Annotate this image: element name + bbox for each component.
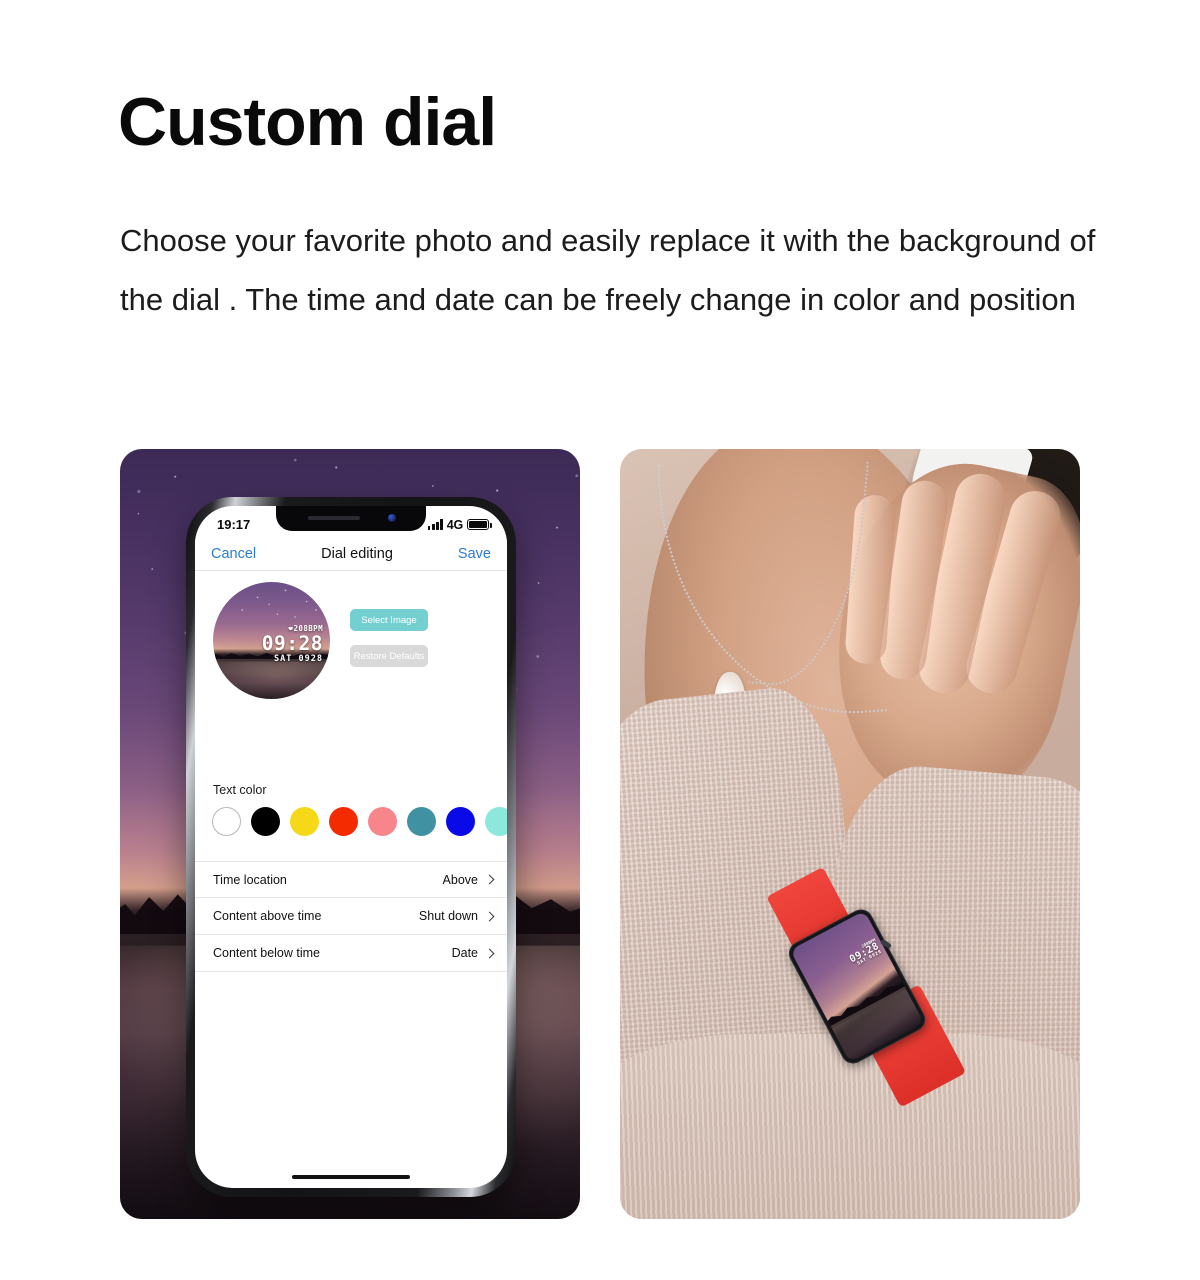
dial-action-buttons: Select Image Restore Defaults <box>350 609 428 667</box>
row-value: Above <box>442 872 478 887</box>
phone-screen: 19:17 4G Cancel Dial editing Save ❤208BP… <box>195 506 507 1188</box>
cancel-button[interactable]: Cancel <box>211 546 256 562</box>
dial-date: SAT 0928 <box>274 653 323 664</box>
signal-bars-icon <box>427 519 443 530</box>
save-button[interactable]: Save <box>458 546 491 562</box>
row-label: Time location <box>213 872 287 887</box>
row-right: Shut down <box>418 909 495 923</box>
lifestyle-photo-panel: 208BPM 09:28 SAT 0928 <box>620 449 1080 1219</box>
row-right: Above <box>442 872 495 887</box>
phone-showcase-panel: 19:17 4G Cancel Dial editing Save ❤208BP… <box>120 449 580 1219</box>
dial-preview-area: ❤208BPM 09:28 SAT 0928 Select Image Rest… <box>195 571 507 972</box>
restore-defaults-button[interactable]: Restore Defaults <box>350 645 428 667</box>
home-indicator[interactable] <box>292 1175 410 1179</box>
dial-text-overlay: ❤208BPM 09:28 SAT 0928 <box>262 625 323 663</box>
chevron-right-icon <box>484 874 495 885</box>
color-swatch-white[interactable] <box>212 807 241 836</box>
dial-time: 09:28 <box>261 632 323 655</box>
nav-bar: Cancel Dial editing Save <box>195 537 507 571</box>
front-camera-icon <box>388 514 396 522</box>
earpiece-speaker-icon <box>308 516 360 520</box>
text-color-section-label: Text color <box>213 783 267 797</box>
row-content-above-time[interactable]: Content above time Shut down <box>195 898 507 935</box>
row-right: Date <box>451 946 495 960</box>
status-bar-indicators: 4G <box>427 517 492 532</box>
panels-row: 19:17 4G Cancel Dial editing Save ❤208BP… <box>0 449 1200 1221</box>
product-feature-page: Custom dial Choose your favorite photo a… <box>0 0 1200 1280</box>
page-description: Choose your favorite photo and easily re… <box>120 223 1096 317</box>
row-label: Content below time <box>213 946 321 960</box>
row-label: Content above time <box>213 909 322 923</box>
chevron-right-icon <box>484 948 495 958</box>
settings-rows: Time location Above Content above time S… <box>195 861 507 972</box>
status-bar-time: 19:17 <box>217 517 251 532</box>
color-swatch-teal[interactable] <box>407 807 436 836</box>
chevron-right-icon <box>484 911 495 921</box>
phone-notch <box>276 506 426 531</box>
color-swatch-black[interactable] <box>251 807 280 836</box>
dial-preview[interactable]: ❤208BPM 09:28 SAT 0928 <box>213 582 330 699</box>
row-value: Shut down <box>418 909 478 923</box>
nav-title: Dial editing <box>321 545 393 562</box>
watch-face-text-overlay: 208BPM 09:28 SAT 0928 <box>846 937 883 969</box>
phone-device-mockup: 19:17 4G Cancel Dial editing Save ❤208BP… <box>186 497 516 1197</box>
network-type-label: 4G <box>446 517 463 532</box>
color-swatch-blue[interactable] <box>446 807 475 836</box>
page-title: Custom dial <box>118 84 497 160</box>
color-swatch-red[interactable] <box>329 807 358 836</box>
row-value: Date <box>451 946 478 960</box>
row-time-location[interactable]: Time location Above <box>195 861 507 898</box>
select-image-button[interactable]: Select Image <box>350 609 428 631</box>
text-color-swatch-list <box>212 807 507 836</box>
color-swatch-yellow[interactable] <box>290 807 319 836</box>
battery-full-icon <box>467 519 492 530</box>
row-content-below-time[interactable]: Content below time Date <box>195 935 507 972</box>
color-swatch-pink[interactable] <box>368 807 397 836</box>
color-swatch-aqua[interactable] <box>485 807 507 836</box>
dial-water <box>213 659 330 699</box>
